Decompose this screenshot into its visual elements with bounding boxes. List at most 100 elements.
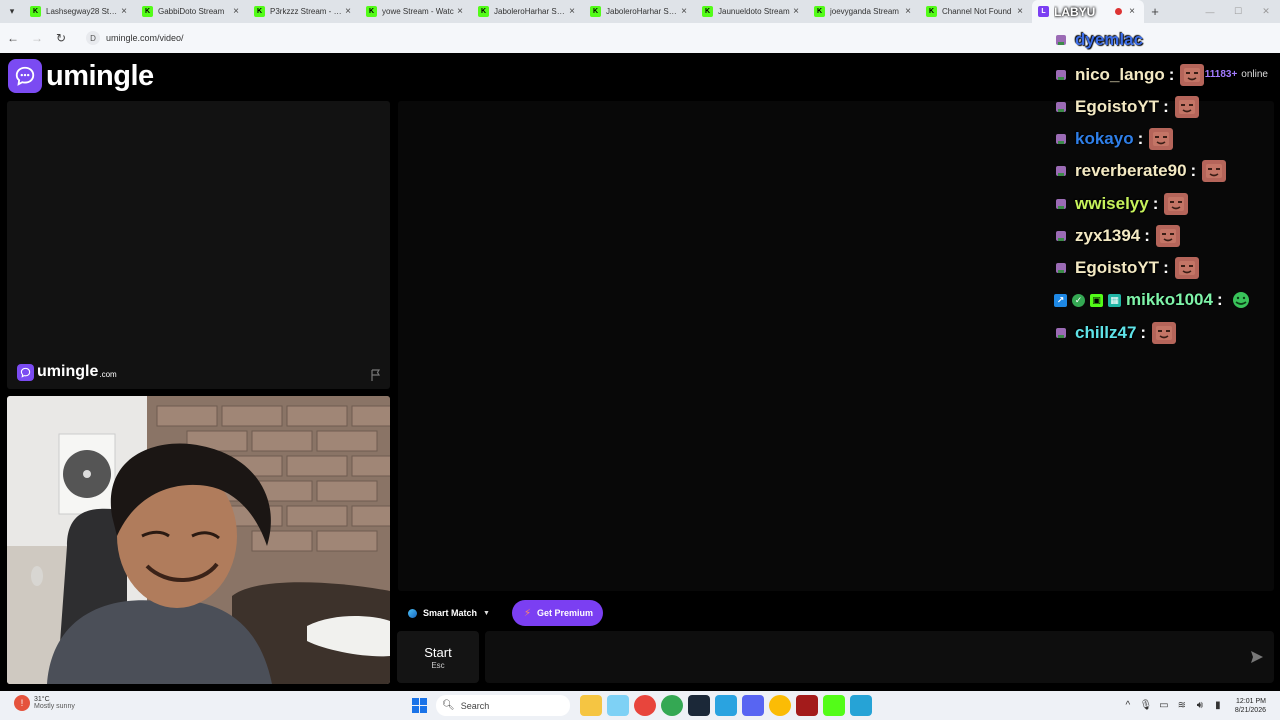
tab-close-icon[interactable]: ×	[118, 6, 130, 17]
monitor-icon[interactable]: ▭	[1155, 700, 1173, 711]
avatar-badge-icon	[1054, 33, 1068, 47]
tab-search-icon[interactable]: ▾	[0, 0, 24, 23]
site-info-icon[interactable]: D	[86, 31, 100, 45]
tab-0[interactable]: K Lashsegway28 Strea ×	[24, 0, 136, 23]
tab-label: JaboleroHarhar Stre	[606, 7, 678, 16]
verified-badge-icon: ↗	[1054, 293, 1067, 307]
windows-taskbar: ! 31°C Mostly sunny 🔍︎ Search ^ 🎙︎ ▭ ≋ 🔊…	[0, 691, 1280, 720]
user-badge-icon	[1054, 100, 1068, 114]
face-emote-icon	[1202, 160, 1227, 182]
minimize-icon[interactable]: —	[1196, 0, 1224, 23]
tab-close-icon[interactable]: ×	[790, 6, 802, 17]
tab-label: Jaunueldoto Stream	[718, 7, 790, 16]
tab-6[interactable]: K Jaunueldoto Stream ×	[696, 0, 808, 23]
send-icon[interactable]	[1250, 650, 1264, 664]
wifi-icon[interactable]: ≋	[1173, 700, 1191, 711]
stream-chat-message: reverberate90:	[1054, 160, 1227, 182]
user-badge-icon	[1054, 197, 1068, 211]
weather-condition: Mostly sunny	[34, 703, 75, 710]
chat-separator: :	[1168, 65, 1175, 84]
chat-username: EgoistoYT	[1075, 97, 1160, 116]
url-text: umingle.com/video/	[106, 33, 184, 43]
kick-icon[interactable]	[823, 695, 845, 716]
chat-bubble-logo-icon	[8, 59, 42, 93]
tab-7[interactable]: Kjoevyganda Stream ×	[808, 0, 920, 23]
chrome-profile-icon[interactable]	[661, 695, 683, 716]
message-input[interactable]	[485, 631, 1274, 683]
tab-4[interactable]: K JaboleroHarhar Stre ×	[472, 0, 584, 23]
start-shortcut-hint: Esc	[431, 660, 445, 670]
forward-icon[interactable]: →	[26, 27, 48, 49]
chrome-alt-icon[interactable]	[769, 695, 791, 716]
tab-strip: K Lashsegway28 Strea × K GabbiDoto Stream × K P…	[24, 0, 1032, 23]
battery-icon[interactable]: ▮	[1209, 700, 1227, 711]
tab-close-icon[interactable]: ×	[566, 6, 578, 17]
site-logo[interactable]: umingle	[8, 59, 154, 93]
volume-icon[interactable]: 🔊︎	[1191, 700, 1209, 711]
tab-2[interactable]: K P3rkzzz Stream - Wa ×	[248, 0, 360, 23]
taskbar-clock[interactable]: 12:01 PM 8/21/2026	[1235, 697, 1266, 715]
report-flag-icon[interactable]	[370, 369, 382, 381]
new-tab-button[interactable]: +	[1144, 4, 1166, 19]
system-tray: ^ 🎙︎ ▭ ≋ 🔊︎ ▮ 12:01 PM 8/21/2026	[1119, 691, 1280, 720]
recording-icon	[1115, 8, 1122, 15]
telegram-icon[interactable]	[715, 695, 737, 716]
start-button[interactable]: Start Esc	[397, 631, 479, 683]
windows-start-icon[interactable]	[412, 698, 427, 713]
tab-label: joevyganda Stream	[830, 7, 899, 16]
weather-temp: 31°C	[34, 696, 50, 703]
clock-time: 12:01 PM	[1236, 697, 1266, 705]
tab-3[interactable]: Kyowe Stream - Watc ×	[360, 0, 472, 23]
tab-close-icon[interactable]: ×	[1014, 6, 1026, 17]
reload-icon[interactable]: ↻	[50, 27, 72, 49]
discord-icon[interactable]	[742, 695, 764, 716]
copilot-icon[interactable]	[607, 695, 629, 716]
get-premium-button[interactable]: ⚡ Get Premium	[511, 600, 604, 626]
close-window-icon[interactable]: ✕	[1252, 0, 1280, 23]
maximize-icon[interactable]: ☐	[1224, 0, 1252, 23]
tab-5[interactable]: K JaboleroHarhar Stre ×	[584, 0, 696, 23]
browser-tab-bar: ▾ K Lashsegway28 Strea × K GabbiDoto Stream ×…	[0, 0, 1280, 23]
user-badge-icon	[1054, 326, 1068, 340]
taskbar-search[interactable]: 🔍︎ Search	[436, 695, 570, 716]
bolt-icon: ⚡	[523, 607, 531, 619]
address-bar[interactable]: D umingle.com/video/	[80, 27, 1030, 49]
dota-icon[interactable]	[796, 695, 818, 716]
kick-favicon-icon: K	[366, 6, 377, 17]
tab-label: LABYU	[1054, 4, 1096, 19]
tray-overflow-icon[interactable]: ^	[1119, 700, 1137, 711]
face-emote-icon	[1174, 96, 1199, 118]
kick-favicon-icon: K	[30, 6, 41, 17]
chrome-icon[interactable]	[634, 695, 656, 716]
tab-favicon-icon: L	[1038, 6, 1049, 17]
back-icon[interactable]: ←	[2, 27, 24, 49]
sub-badge-icon: ▦	[1108, 293, 1121, 307]
notepad-icon[interactable]	[850, 695, 872, 716]
chat-separator: :	[1140, 323, 1147, 342]
file-explorer-icon[interactable]	[580, 695, 602, 716]
face-emote-icon	[1180, 64, 1205, 86]
steam-icon[interactable]	[688, 695, 710, 716]
tab-close-icon[interactable]: ×	[678, 6, 690, 17]
chat-username: nico_lango	[1075, 65, 1165, 84]
user-badge-icon	[1054, 68, 1068, 82]
tab-close-icon[interactable]: ×	[902, 6, 914, 17]
watermark-text: umingle	[37, 363, 99, 380]
tab-8[interactable]: K Channel Not Found ×	[920, 0, 1032, 23]
face-emote-icon	[1152, 322, 1177, 344]
chat-username: chillz47	[1075, 323, 1137, 342]
tab-close-icon[interactable]: ×	[454, 6, 466, 17]
match-controls: Smart Match ▼ ⚡ Get Premium	[400, 600, 604, 626]
tab-1[interactable]: K GabbiDoto Stream ×	[136, 0, 248, 23]
webcam-scene	[7, 396, 390, 684]
microphone-icon[interactable]: 🎙︎	[1137, 700, 1155, 711]
smart-match-dropdown[interactable]: Smart Match ▼	[400, 601, 498, 625]
weather-widget[interactable]: ! 31°C Mostly sunny	[14, 695, 75, 711]
tab-active[interactable]: L LABYU ×	[1032, 0, 1144, 23]
kick-favicon-icon: K	[254, 6, 265, 17]
user-badge-icon	[1054, 261, 1068, 275]
face-emote-icon	[1164, 193, 1189, 215]
tab-close-icon[interactable]: ×	[342, 6, 354, 17]
tab-close-icon[interactable]: ×	[230, 6, 242, 17]
tab-close-icon[interactable]: ×	[1126, 6, 1138, 17]
